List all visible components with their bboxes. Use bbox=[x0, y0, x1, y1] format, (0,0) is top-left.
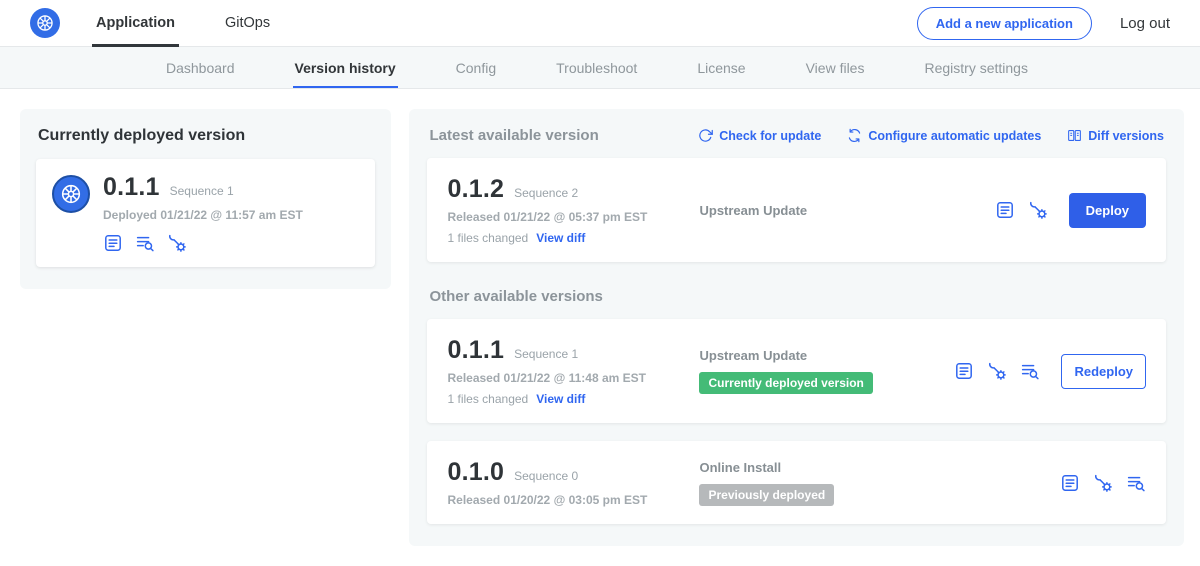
release-notes-icon[interactable] bbox=[103, 233, 123, 253]
subnav-tab-dashboard[interactable]: Dashboard bbox=[164, 47, 237, 88]
release-notes-icon[interactable] bbox=[1060, 473, 1080, 493]
version-row-0-1-0: 0.1.0 Sequence 0 Released 01/20/22 @ 03:… bbox=[427, 441, 1166, 524]
deployed-panel-title: Currently deployed version bbox=[38, 127, 375, 145]
version-number: 0.1.2 bbox=[447, 175, 504, 204]
files-changed-label: 1 files changed bbox=[447, 392, 528, 406]
automatic-updates-icon bbox=[847, 128, 862, 143]
add-application-button[interactable]: Add a new application bbox=[917, 7, 1092, 40]
logout-link[interactable]: Log out bbox=[1120, 15, 1170, 32]
deployed-date: Deployed 01/21/22 @ 11:57 am EST bbox=[103, 208, 303, 222]
top-tabs: Application GitOps bbox=[92, 0, 316, 46]
released-date: Released 01/21/22 @ 05:37 pm EST bbox=[447, 210, 699, 224]
currently-deployed-badge: Currently deployed version bbox=[699, 372, 872, 394]
subnav-tab-version-history[interactable]: Version history bbox=[293, 47, 398, 88]
version-history-page: Currently deployed version 0.1.1 Sequenc… bbox=[0, 89, 1200, 566]
tab-application[interactable]: Application bbox=[92, 0, 179, 46]
deploy-logs-icon[interactable] bbox=[135, 233, 155, 253]
version-row-actions: Redeploy bbox=[954, 354, 1146, 389]
version-source-label: Upstream Update bbox=[699, 203, 954, 218]
released-date: Released 01/20/22 @ 03:05 pm EST bbox=[447, 493, 699, 507]
check-for-update-label: Check for update bbox=[719, 129, 821, 143]
diff-versions-icon bbox=[1067, 128, 1082, 143]
subnav-tab-view-files[interactable]: View files bbox=[804, 47, 867, 88]
sequence-label: Sequence 0 bbox=[514, 469, 578, 483]
view-diff-link[interactable]: View diff bbox=[536, 231, 585, 245]
sequence-label: Sequence 2 bbox=[514, 186, 578, 200]
deploy-button[interactable]: Deploy bbox=[1069, 193, 1146, 228]
release-notes-icon[interactable] bbox=[995, 200, 1015, 220]
deployed-sequence-label: Sequence 1 bbox=[170, 184, 234, 198]
top-navbar: Application GitOps Add a new application… bbox=[0, 0, 1200, 47]
edit-config-icon[interactable] bbox=[167, 233, 187, 253]
subnav-tab-registry-settings[interactable]: Registry settings bbox=[922, 47, 1029, 88]
subnav-tab-config[interactable]: Config bbox=[454, 47, 498, 88]
version-row-actions bbox=[1060, 473, 1146, 493]
sequence-label: Sequence 1 bbox=[514, 347, 578, 361]
check-for-update-link[interactable]: Check for update bbox=[698, 128, 821, 143]
available-versions-panel: Latest available version Check for updat… bbox=[409, 109, 1184, 546]
edit-config-icon[interactable] bbox=[987, 361, 1007, 381]
refresh-icon bbox=[698, 128, 713, 143]
subnav-tab-troubleshoot[interactable]: Troubleshoot bbox=[554, 47, 639, 88]
deployed-version-card: 0.1.1 Sequence 1 Deployed 01/21/22 @ 11:… bbox=[36, 159, 375, 267]
previously-deployed-badge: Previously deployed bbox=[699, 484, 834, 506]
edit-config-icon[interactable] bbox=[1093, 473, 1113, 493]
subnav-tab-license[interactable]: License bbox=[695, 47, 747, 88]
diff-versions-label: Diff versions bbox=[1088, 129, 1164, 143]
version-number: 0.1.1 bbox=[447, 336, 504, 365]
tab-gitops[interactable]: GitOps bbox=[221, 0, 274, 46]
configure-automatic-updates-label: Configure automatic updates bbox=[868, 129, 1041, 143]
available-panel-header: Latest available version Check for updat… bbox=[429, 127, 1164, 144]
currently-deployed-panel: Currently deployed version 0.1.1 Sequenc… bbox=[20, 109, 391, 289]
version-source-label: Upstream Update bbox=[699, 348, 954, 363]
released-date: Released 01/21/22 @ 11:48 am EST bbox=[447, 371, 699, 385]
files-changed-label: 1 files changed bbox=[447, 231, 528, 245]
edit-config-icon[interactable] bbox=[1028, 200, 1048, 220]
version-row-0-1-1: 0.1.1 Sequence 1 Released 01/21/22 @ 11:… bbox=[427, 319, 1166, 423]
latest-available-title: Latest available version bbox=[429, 127, 598, 144]
configure-automatic-updates-link[interactable]: Configure automatic updates bbox=[847, 128, 1041, 143]
deploy-logs-icon[interactable] bbox=[1020, 361, 1040, 381]
version-source-label: Online Install bbox=[699, 460, 954, 475]
version-row-0-1-2: 0.1.2 Sequence 2 Released 01/21/22 @ 05:… bbox=[427, 158, 1166, 262]
redeploy-button[interactable]: Redeploy bbox=[1061, 354, 1146, 389]
other-available-title: Other available versions bbox=[429, 288, 1164, 305]
release-notes-icon[interactable] bbox=[954, 361, 974, 381]
diff-versions-link[interactable]: Diff versions bbox=[1067, 128, 1164, 143]
panel-action-links: Check for update Configure automatic upd… bbox=[698, 128, 1164, 143]
deployed-card-actions bbox=[103, 233, 303, 253]
version-row-actions: Deploy bbox=[995, 193, 1146, 228]
deploy-logs-icon[interactable] bbox=[1126, 473, 1146, 493]
kubernetes-logo bbox=[30, 8, 60, 38]
deployed-version-number: 0.1.1 bbox=[103, 173, 160, 202]
version-number: 0.1.0 bbox=[447, 458, 504, 487]
app-kubernetes-icon bbox=[52, 175, 90, 213]
app-subnav: Dashboard Version history Config Trouble… bbox=[0, 47, 1200, 89]
view-diff-link[interactable]: View diff bbox=[536, 392, 585, 406]
